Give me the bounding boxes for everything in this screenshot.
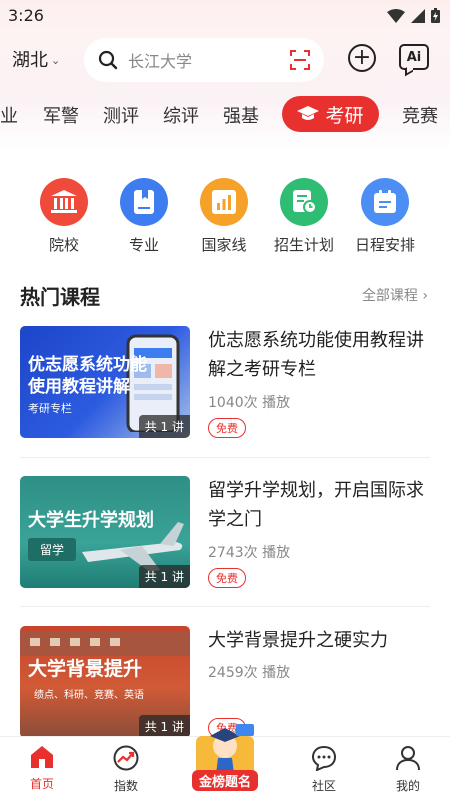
course-title: 大学背景提升之硬实力 (208, 630, 388, 651)
play-count: 2743次 播放 (208, 545, 291, 561)
chevron-right-icon: › (422, 288, 428, 304)
quick-link-label: 日程安排 (354, 236, 415, 254)
thumbnail-title: 优志愿系统功能使用教程讲解 (28, 355, 147, 397)
thumbnail-tag: 留学 (28, 538, 77, 561)
tab-postgraduate-label: 考研 (325, 104, 364, 127)
tab-strong-base[interactable]: 强基 (223, 102, 259, 128)
plus-icon: + (352, 45, 372, 70)
play-count: 2459次 播放 (208, 665, 291, 681)
trend-chart-icon (113, 745, 139, 771)
tab-postgraduate[interactable]: 考研 (282, 96, 379, 132)
location-label: 湖北 (12, 50, 48, 71)
status-icons (387, 8, 440, 23)
course-thumbnail: 大学背景提升 绩点、科研、竞赛、英语 共 1 讲 (20, 626, 190, 738)
home-icon (31, 746, 53, 768)
category-tabs: 业 军警 测评 综评 强基 竞赛 (0, 96, 450, 134)
play-count: 1040次 播放 (208, 395, 291, 411)
plan-clock-icon (280, 178, 328, 226)
wifi-icon (387, 8, 405, 23)
quick-link-schedule[interactable]: 日程安排 (345, 178, 425, 255)
course-card[interactable]: 大学生升学规划 留学 共 1 讲 留学升学规划，开启国际求学之门 2743次 播… (20, 476, 432, 594)
nav-gold-list[interactable]: 金榜题名 (190, 722, 260, 792)
thumbnail-title: 大学生升学规划 (28, 510, 154, 531)
tab-comprehensive[interactable]: 综评 (163, 102, 199, 128)
course-thumbnail: 大学生升学规划 留学 共 1 讲 (20, 476, 190, 588)
course-title: 优志愿系统功能使用教程讲解之考研专栏 (208, 330, 424, 380)
all-courses-link[interactable]: 全部课程 › (362, 285, 428, 305)
status-time: 3:26 (8, 6, 44, 25)
tab-competition[interactable]: 竞赛 (402, 102, 438, 128)
location-selector[interactable]: 湖北 ⌄ (12, 46, 60, 72)
quick-link-schools[interactable]: 院校 (24, 178, 104, 255)
search-icon (98, 50, 118, 70)
thumbnail-tag: 考研专栏 (28, 402, 72, 415)
school-building-icon (40, 178, 88, 226)
free-badge: 免费 (208, 568, 246, 588)
graduation-cap-icon (297, 106, 320, 120)
book-icon (120, 178, 168, 226)
calendar-icon (361, 178, 409, 226)
signal-icon (411, 8, 425, 23)
thumbnail-tag: 绩点、科研、竞赛、英语 (34, 690, 144, 701)
divider (20, 606, 430, 607)
tab-assessment[interactable]: 测评 (103, 102, 139, 128)
quick-link-national-line[interactable]: 国家线 (184, 178, 264, 255)
quick-link-label: 国家线 (201, 236, 247, 254)
quick-link-label: 专业 (128, 236, 159, 254)
nav-label: 社区 (311, 779, 336, 793)
nav-profile[interactable]: 我的 (378, 745, 438, 794)
free-badge: 免费 (208, 418, 246, 438)
quick-link-majors[interactable]: 专业 (104, 178, 184, 255)
nav-label: 我的 (395, 779, 420, 793)
ai-assistant-button[interactable]: Ai (399, 44, 429, 70)
all-courses-label: 全部课程 (361, 288, 418, 304)
nav-home[interactable]: 首页 (12, 745, 72, 792)
tab-military-police[interactable]: 军警 (43, 102, 79, 128)
course-card[interactable]: 优志愿系统功能使用教程讲解 考研专栏 共 1 讲 优志愿系统功能使用教程讲解之考… (20, 326, 432, 444)
quick-link-label: 院校 (48, 236, 79, 254)
ai-label: Ai (406, 49, 422, 65)
user-icon (396, 746, 420, 771)
lesson-count: 共 1 讲 (138, 715, 190, 738)
lesson-count: 共 1 讲 (138, 415, 190, 438)
tab-partial[interactable]: 业 (0, 102, 18, 128)
search-input[interactable]: 长江大学 (128, 48, 192, 72)
section-title: 热门课程 (20, 285, 100, 309)
course-title: 留学升学规划，开启国际求学之门 (208, 480, 424, 530)
nav-label: 首页 (29, 777, 54, 791)
nav-community[interactable]: 社区 (294, 745, 354, 794)
course-thumbnail: 优志愿系统功能使用教程讲解 考研专栏 共 1 讲 (20, 326, 190, 438)
status-bar: 3:26 (0, 0, 450, 30)
battery-icon (431, 8, 440, 23)
building-illustration-icon (20, 632, 190, 656)
add-button[interactable]: + (348, 44, 376, 72)
chat-bubble-icon (311, 745, 337, 772)
quick-link-admission-plan[interactable]: 招生计划 (264, 178, 344, 255)
search-bar[interactable]: 长江大学 (84, 38, 324, 82)
nav-label: 指数 (113, 779, 138, 793)
lesson-count: 共 1 讲 (138, 565, 190, 588)
nav-gold-list-label: 金榜题名 (192, 770, 258, 791)
chevron-down-icon: ⌄ (51, 53, 61, 67)
nav-index[interactable]: 指数 (96, 745, 156, 794)
scan-icon[interactable] (290, 50, 310, 70)
thumbnail-title: 大学背景提升 (28, 658, 143, 680)
divider (20, 457, 430, 458)
quick-link-label: 招生计划 (273, 236, 334, 254)
bar-chart-icon (200, 178, 248, 226)
